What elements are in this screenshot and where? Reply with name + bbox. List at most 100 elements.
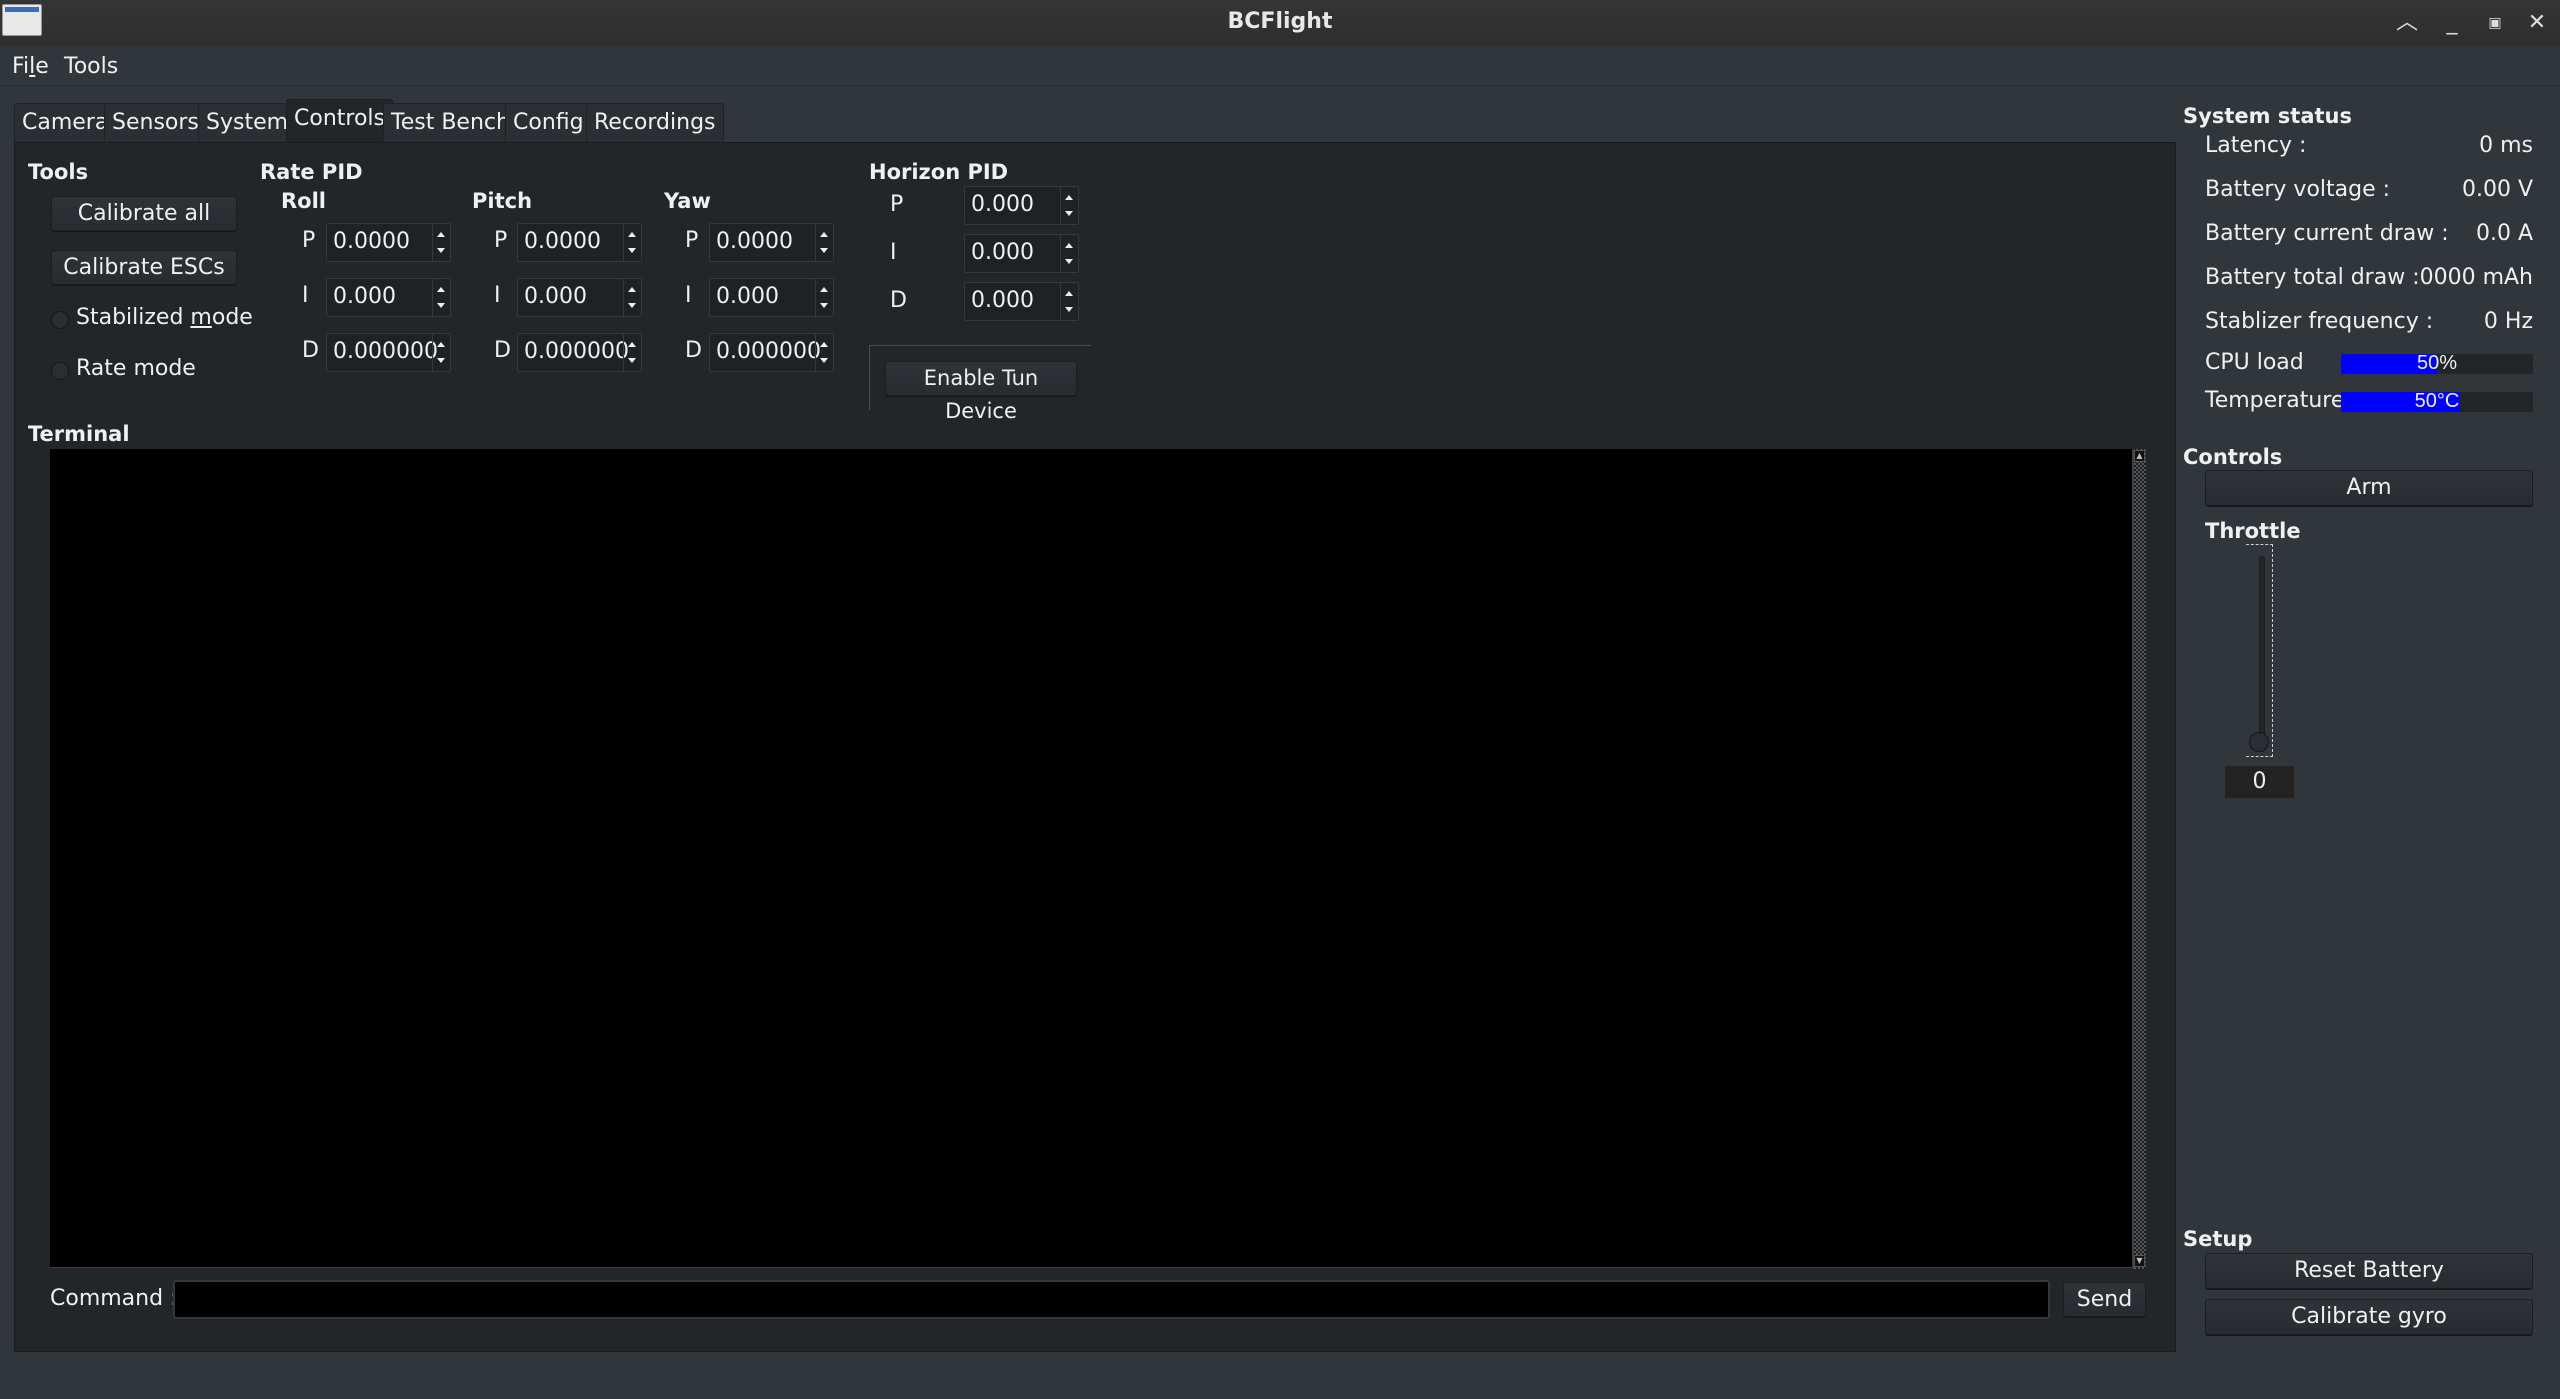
- spin-down-icon[interactable]: [1065, 259, 1073, 264]
- menu-bar: File Tools: [0, 46, 2560, 86]
- pitch-d-spinbox[interactable]: 0.000000: [517, 333, 642, 372]
- battery-voltage-row: Battery voltage : 0.00 V: [2205, 177, 2533, 202]
- pitch-i-label: I: [494, 283, 501, 308]
- enable-tun-device-button[interactable]: Enable Tun Device: [885, 361, 1077, 423]
- spin-up-icon[interactable]: [820, 287, 828, 292]
- pitch-d-value[interactable]: 0.000000: [524, 339, 629, 364]
- battery-voltage-value: 0.00 V: [2461, 177, 2533, 202]
- calibrate-all-button[interactable]: Calibrate all: [51, 196, 237, 231]
- menu-tools[interactable]: Tools: [64, 54, 118, 79]
- spin-down-icon[interactable]: [437, 303, 445, 308]
- pitch-d-label: D: [494, 338, 511, 363]
- throttle-value: 0: [2225, 766, 2294, 798]
- calibrate-escs-button[interactable]: Calibrate ESCs: [51, 250, 237, 285]
- rate-mode-label: Rate mode: [76, 356, 196, 381]
- spin-down-icon[interactable]: [628, 358, 636, 363]
- horizon-p-value[interactable]: 0.000: [971, 192, 1034, 217]
- pitch-p-spinbox[interactable]: 0.0000: [517, 223, 642, 262]
- tab-config[interactable]: Config: [505, 103, 592, 143]
- radio-indicator[interactable]: [51, 362, 69, 380]
- close-button[interactable]: ✕: [2522, 8, 2552, 38]
- minimize-button[interactable]: _: [2437, 8, 2467, 38]
- pitch-heading: Pitch: [472, 189, 533, 213]
- tab-controls[interactable]: Controls: [286, 99, 393, 143]
- throttle-slider[interactable]: [2259, 556, 2265, 752]
- battery-total-row: Battery total draw :0000 mAh: [2205, 265, 2533, 290]
- yaw-i-spinbox[interactable]: 0.000: [709, 278, 834, 317]
- tab-system[interactable]: System: [198, 103, 297, 143]
- horizon-i-spinbox[interactable]: 0.000: [964, 234, 1079, 273]
- horizon-i-value[interactable]: 0.000: [971, 240, 1034, 265]
- throttle-slider-handle[interactable]: [2249, 732, 2269, 752]
- spin-up-icon[interactable]: [820, 232, 828, 237]
- temperature-label: Temperature: [2205, 388, 2345, 413]
- shade-button[interactable]: ︿: [2392, 8, 2422, 38]
- command-input[interactable]: [173, 1280, 2050, 1319]
- spin-up-icon[interactable]: [628, 232, 636, 237]
- tab-recordings[interactable]: Recordings: [586, 103, 724, 143]
- terminal-scrollbar[interactable]: [2133, 449, 2146, 1269]
- command-label: Command :: [50, 1286, 178, 1311]
- maximize-icon: ▣: [2488, 15, 2502, 31]
- maximize-button[interactable]: ▣: [2480, 8, 2510, 38]
- spin-down-icon[interactable]: [820, 358, 828, 363]
- spin-up-icon[interactable]: [437, 232, 445, 237]
- radio-indicator[interactable]: [51, 311, 69, 329]
- horizon-d-label: D: [890, 288, 907, 313]
- horizon-d-spinbox[interactable]: 0.000: [964, 282, 1079, 321]
- yaw-d-spinbox[interactable]: 0.000000: [709, 333, 834, 372]
- chevron-up-icon: ︿: [2395, 10, 2418, 35]
- roll-p-spinbox[interactable]: 0.0000: [326, 223, 451, 262]
- spin-up-icon[interactable]: [1065, 243, 1073, 248]
- temperature-text: 50°C: [2414, 392, 2460, 412]
- yaw-p-spinbox[interactable]: 0.0000: [709, 223, 834, 262]
- spin-down-icon[interactable]: [1065, 307, 1073, 312]
- yaw-p-value[interactable]: 0.0000: [716, 229, 793, 254]
- spin-up-icon[interactable]: [1065, 291, 1073, 296]
- spin-down-icon[interactable]: [1065, 211, 1073, 216]
- spin-down-icon[interactable]: [820, 303, 828, 308]
- tab-test-bench[interactable]: Test Bench: [383, 103, 518, 143]
- spin-up-icon[interactable]: [437, 287, 445, 292]
- scroll-down-icon[interactable]: ▼: [2134, 1255, 2145, 1267]
- spin-up-icon[interactable]: [437, 342, 445, 347]
- roll-d-spinbox[interactable]: 0.000000: [326, 333, 451, 372]
- pitch-i-spinbox[interactable]: 0.000: [517, 278, 642, 317]
- horizon-p-spinbox[interactable]: 0.000: [964, 186, 1079, 225]
- pitch-p-value[interactable]: 0.0000: [524, 229, 601, 254]
- spin-up-icon[interactable]: [628, 287, 636, 292]
- yaw-i-value[interactable]: 0.000: [716, 284, 779, 309]
- roll-d-value[interactable]: 0.000000: [333, 339, 438, 364]
- roll-p-value[interactable]: 0.0000: [333, 229, 410, 254]
- pitch-i-value[interactable]: 0.000: [524, 284, 587, 309]
- stabilizer-frequency-label: Stablizer frequency :: [2205, 309, 2434, 334]
- spin-down-icon[interactable]: [437, 358, 445, 363]
- reset-battery-button[interactable]: Reset Battery: [2205, 1253, 2533, 1289]
- roll-heading: Roll: [281, 189, 326, 213]
- tab-sensors[interactable]: Sensors: [104, 103, 207, 143]
- stabilized-mode-label: Stabilized mode: [76, 305, 253, 330]
- menu-file[interactable]: File: [12, 54, 49, 79]
- roll-i-spinbox[interactable]: 0.000: [326, 278, 451, 317]
- spin-up-icon[interactable]: [820, 342, 828, 347]
- arm-button[interactable]: Arm: [2205, 470, 2533, 506]
- send-button[interactable]: Send: [2063, 1282, 2146, 1317]
- latency-label: Latency :: [2205, 133, 2307, 158]
- horizon-d-value[interactable]: 0.000: [971, 288, 1034, 313]
- tab-camera[interactable]: Camera: [14, 103, 117, 143]
- controls-heading: Controls: [2183, 445, 2283, 469]
- spin-down-icon[interactable]: [628, 303, 636, 308]
- roll-i-value[interactable]: 0.000: [333, 284, 396, 309]
- terminal-output[interactable]: [50, 449, 2133, 1268]
- yaw-d-value[interactable]: 0.000000: [716, 339, 821, 364]
- latency-row: Latency : 0 ms: [2205, 133, 2533, 158]
- spin-down-icon[interactable]: [437, 248, 445, 253]
- battery-current-row: Battery current draw : 0.0 A: [2205, 221, 2533, 246]
- spin-up-icon[interactable]: [628, 342, 636, 347]
- spin-up-icon[interactable]: [1065, 195, 1073, 200]
- spin-down-icon[interactable]: [628, 248, 636, 253]
- spin-down-icon[interactable]: [820, 248, 828, 253]
- calibrate-gyro-button[interactable]: Calibrate gyro: [2205, 1299, 2533, 1335]
- scroll-up-icon[interactable]: ▲: [2134, 450, 2145, 462]
- yaw-d-label: D: [685, 338, 702, 363]
